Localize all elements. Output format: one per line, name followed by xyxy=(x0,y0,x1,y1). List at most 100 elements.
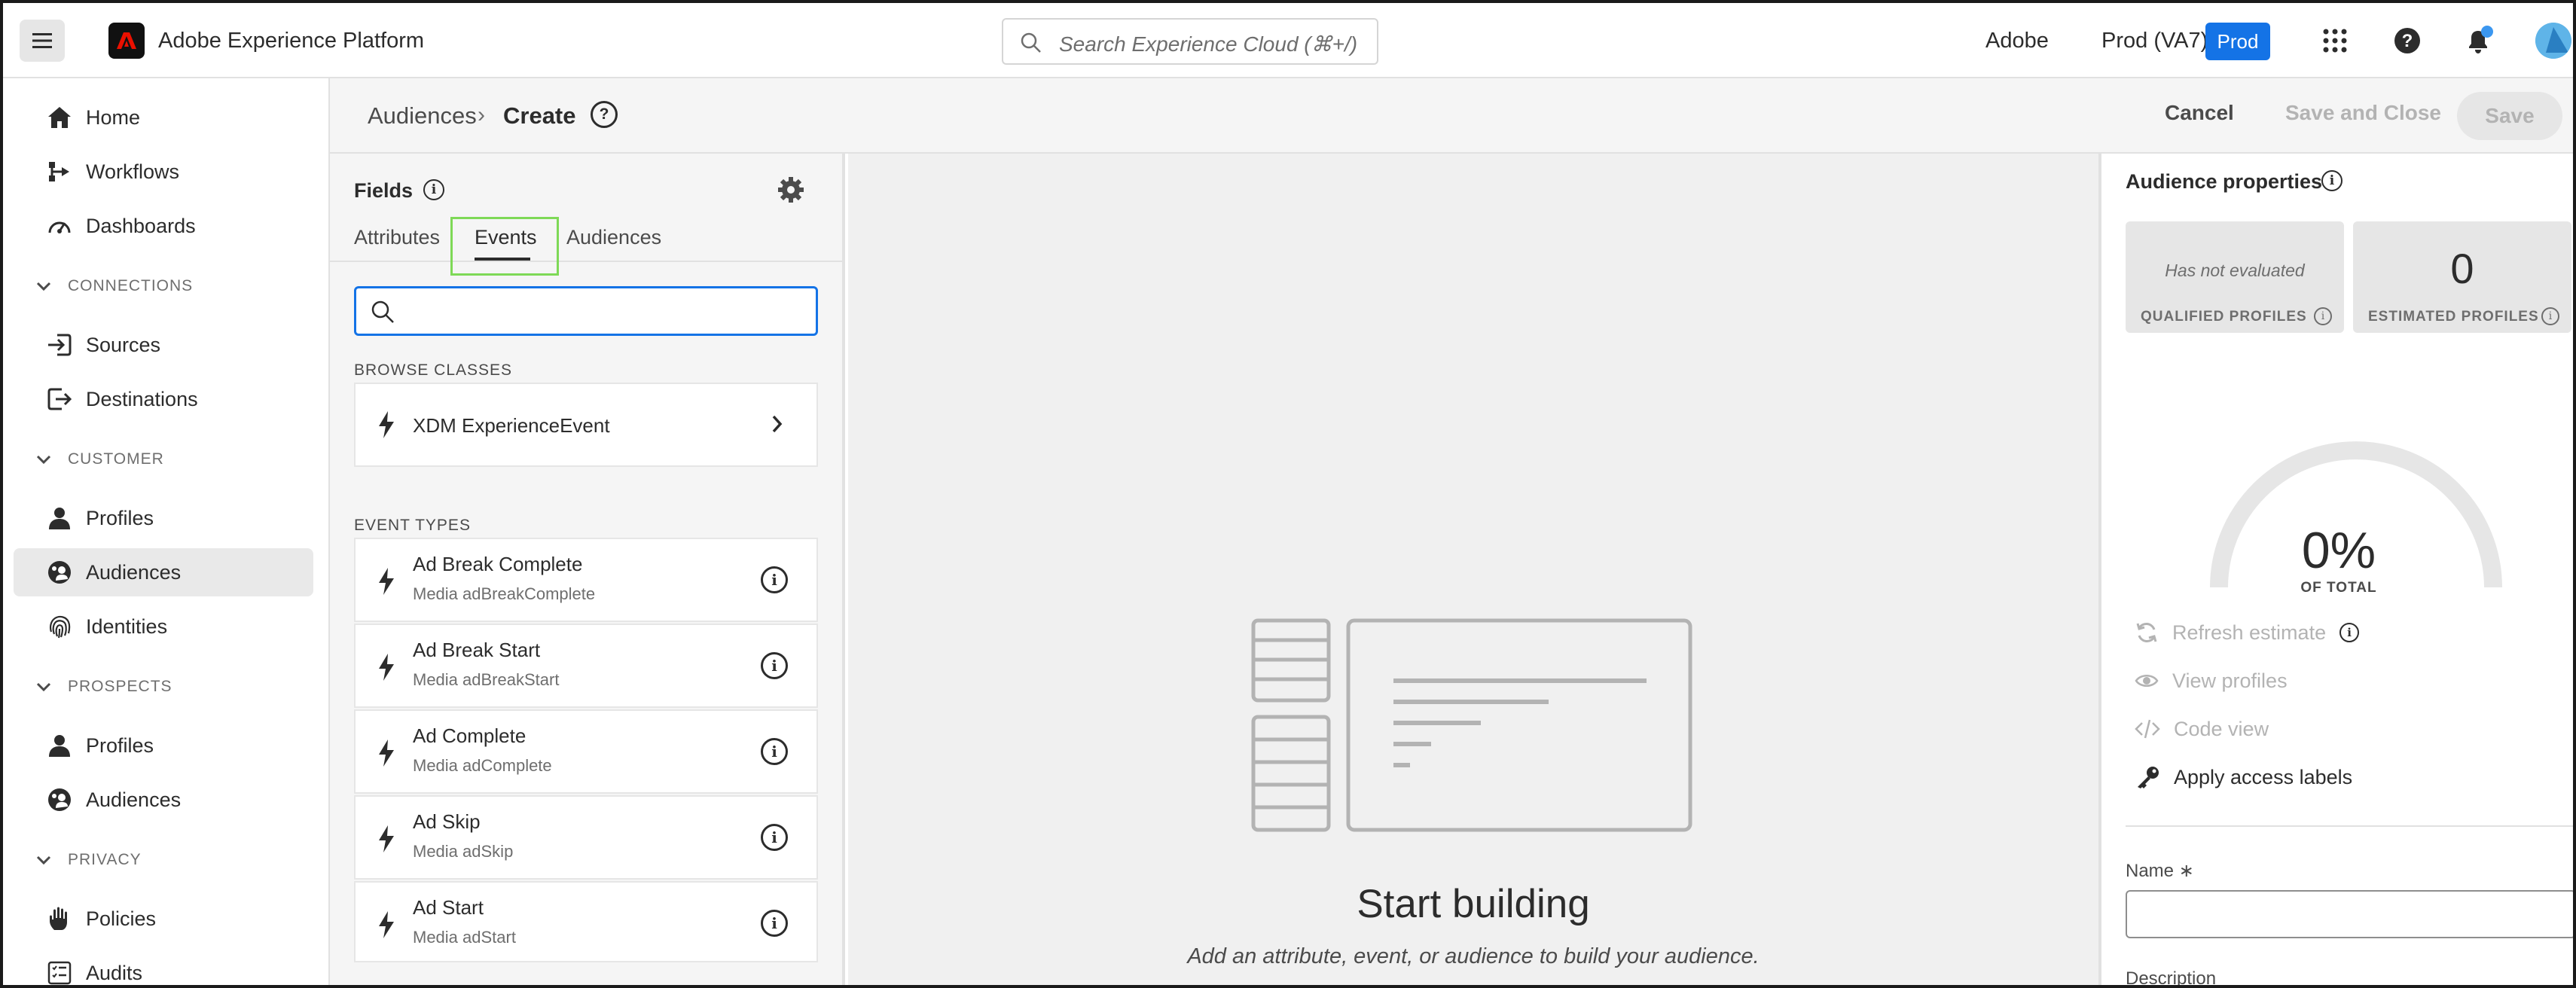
nav-item-policies[interactable]: Policies xyxy=(14,895,313,943)
nav-item-label: Workflows xyxy=(86,160,180,183)
gauge-label: OF TOTAL xyxy=(2300,580,2377,596)
nav-item-label: Profiles xyxy=(86,733,154,757)
nav-item-label: Audits xyxy=(86,961,143,984)
search-icon xyxy=(371,300,394,323)
required-mark: ∗ xyxy=(2178,861,2194,881)
tab-attributes[interactable]: Attributes xyxy=(354,226,440,249)
menu-button[interactable] xyxy=(20,20,65,62)
help-icon[interactable]: ? xyxy=(591,101,618,128)
nav-item-prospect-profiles[interactable]: Profiles xyxy=(14,721,313,770)
nav-item-label: Audiences xyxy=(86,560,182,584)
nav-item-home[interactable]: Home xyxy=(14,93,313,142)
event-type-item[interactable]: Ad Break Start Media adBreakStart i xyxy=(354,624,818,708)
global-search-input[interactable]: Search Experience Cloud (⌘+/) xyxy=(1002,18,1378,65)
nav-item-customer-profiles[interactable]: Profiles xyxy=(14,494,313,542)
event-type-item[interactable]: Ad Break Complete Media adBreakComplete … xyxy=(354,538,818,622)
nav-item-dashboards[interactable]: Dashboards xyxy=(14,202,313,250)
tab-audiences[interactable]: Audiences xyxy=(566,226,661,249)
event-type-item[interactable]: Ad Complete Media adComplete i xyxy=(354,709,818,794)
nav-section-label: PROSPECTS xyxy=(68,678,172,695)
nav-item-audits[interactable]: Audits xyxy=(14,949,313,985)
refresh-estimate-button[interactable]: Refresh estimate i xyxy=(2135,621,2360,645)
audiences-icon xyxy=(48,788,71,811)
apply-access-labels-label: Apply access labels xyxy=(2174,765,2353,788)
bolt-icon xyxy=(379,825,394,852)
nav-item-label: Dashboards xyxy=(86,214,196,237)
chevron-right-icon xyxy=(772,415,783,433)
start-building-subtitle: Add an attribute, event, or audience to … xyxy=(1187,944,1760,968)
person-icon xyxy=(49,508,70,529)
nav-item-destinations[interactable]: Destinations xyxy=(14,375,313,423)
properties-title: Audience properties xyxy=(2126,170,2323,193)
nav-section-prospects[interactable]: PROSPECTS xyxy=(36,678,172,696)
nav-item-workflows[interactable]: Workflows xyxy=(14,148,313,196)
info-icon[interactable]: i xyxy=(761,566,788,593)
info-icon[interactable]: i xyxy=(761,652,788,679)
dashboards-icon xyxy=(48,221,71,233)
info-icon[interactable]: i xyxy=(2321,170,2343,191)
nav-section-privacy[interactable]: PRIVACY xyxy=(36,851,142,869)
apps-grid-icon[interactable] xyxy=(2320,26,2350,56)
builder-canvas[interactable]: Start building Add an attribute, event, … xyxy=(848,154,2098,985)
cancel-button[interactable]: Cancel xyxy=(2165,101,2234,125)
code-view-button[interactable]: Code view xyxy=(2135,717,2269,741)
chevron-down-icon xyxy=(36,455,51,465)
sources-icon xyxy=(48,334,72,356)
event-type-sub: Media adStart xyxy=(413,928,516,947)
env-badge[interactable]: Prod xyxy=(2205,23,2270,60)
tab-highlight-box xyxy=(450,217,559,276)
qualified-profiles-card: Has not evaluated QUALIFIED PROFILES i xyxy=(2126,221,2344,333)
adobe-logo-icon[interactable] xyxy=(108,23,145,59)
start-building-illustration xyxy=(1251,618,1692,832)
bolt-icon xyxy=(379,411,394,438)
info-icon[interactable]: i xyxy=(2339,623,2360,642)
help-icon[interactable]: ? xyxy=(2392,26,2422,56)
fields-title: Fields xyxy=(354,179,414,202)
nav-item-label: Sources xyxy=(86,333,161,356)
gear-icon[interactable] xyxy=(777,176,804,207)
nav-item-customer-audiences[interactable]: Audiences xyxy=(14,548,313,596)
info-icon[interactable]: i xyxy=(2314,307,2332,325)
nav-item-prospect-audiences[interactable]: Audiences xyxy=(14,776,313,824)
view-profiles-button[interactable]: View profiles xyxy=(2135,669,2288,693)
nav-item-identities[interactable]: Identities xyxy=(14,602,313,651)
bell-icon[interactable] xyxy=(2463,26,2493,56)
info-icon[interactable]: i xyxy=(761,910,788,937)
name-field[interactable] xyxy=(2126,890,2573,938)
avatar[interactable] xyxy=(2535,23,2571,59)
hand-icon xyxy=(50,907,67,930)
nav-section-customer[interactable]: CUSTOMER xyxy=(36,450,164,468)
breadcrumb-audiences[interactable]: Audiences xyxy=(368,102,477,130)
event-type-name: Ad Start xyxy=(413,896,484,919)
search-icon xyxy=(1021,32,1041,53)
search-placeholder: Search Experience Cloud (⌘+/) xyxy=(1059,32,1358,56)
workflows-icon xyxy=(49,162,69,181)
field-search-input[interactable] xyxy=(354,286,818,336)
tabs-divider xyxy=(330,261,842,262)
person-icon xyxy=(49,735,70,757)
info-icon[interactable]: i xyxy=(761,738,788,765)
event-type-item[interactable]: Ad Skip Media adSkip i xyxy=(354,795,818,880)
nav-section-connections[interactable]: CONNECTIONS xyxy=(36,277,193,295)
page-title: Create xyxy=(503,102,576,129)
save-button[interactable]: Save xyxy=(2457,92,2562,140)
info-icon[interactable]: i xyxy=(423,179,444,200)
event-type-name: Ad Skip xyxy=(413,810,481,833)
fields-panel: Fields i Attributes Events Audiences BRO… xyxy=(330,154,845,985)
apply-access-labels-button[interactable]: Apply access labels xyxy=(2135,765,2352,789)
event-type-item[interactable]: Ad Start Media adStart i xyxy=(354,881,818,962)
save-and-close-button[interactable]: Save and Close xyxy=(2285,101,2441,125)
app-title[interactable]: Adobe Experience Platform xyxy=(158,29,424,53)
destinations-icon xyxy=(47,388,72,410)
sandbox-switcher[interactable]: Prod (VA7) xyxy=(2101,29,2208,53)
info-icon[interactable]: i xyxy=(761,824,788,851)
info-icon[interactable]: i xyxy=(2541,307,2559,325)
chevron-down-icon xyxy=(36,282,51,291)
name-label-text: Name xyxy=(2126,861,2175,881)
fingerprint-icon xyxy=(49,615,71,639)
nav-section-label: CUSTOMER xyxy=(68,450,164,468)
event-type-sub: Media adBreakStart xyxy=(413,670,560,689)
class-card-xdm-experienceevent[interactable]: XDM ExperienceEvent xyxy=(354,383,818,467)
org-switcher[interactable]: Adobe xyxy=(1985,29,2049,53)
nav-item-sources[interactable]: Sources xyxy=(14,321,313,369)
